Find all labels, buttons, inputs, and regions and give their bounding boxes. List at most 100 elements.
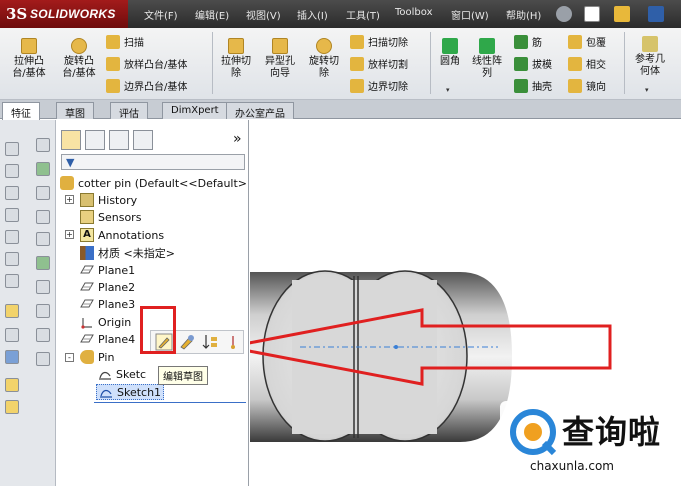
open-folder-icon[interactable] xyxy=(614,6,630,22)
loft-boss-button[interactable]: 放样凸台/基体 xyxy=(106,56,187,71)
tab-sketch[interactable]: 草图 xyxy=(56,102,94,120)
tree-item-label: Plane4 xyxy=(98,332,136,346)
menu-insert[interactable]: 插入(I) xyxy=(297,7,328,22)
view-icon[interactable] xyxy=(5,142,19,156)
view-icon[interactable] xyxy=(5,230,19,244)
linear-pattern-button[interactable]: 线性阵 列 xyxy=(468,38,506,80)
boundary-cut-button[interactable]: 边界切除 xyxy=(350,78,408,93)
pushpin-icon[interactable] xyxy=(556,6,572,22)
shell-button[interactable]: 抽壳 xyxy=(514,78,552,93)
tree-item-plane3[interactable]: Plane3 xyxy=(80,297,135,311)
fillet-button[interactable]: 圆角 xyxy=(434,38,466,68)
sweep-cut-label: 扫描切除 xyxy=(368,38,408,49)
collapse-pin-icon[interactable]: - xyxy=(65,353,74,362)
tree-item-history[interactable]: History xyxy=(80,193,137,207)
revolve-boss-button[interactable]: 旋转凸 台/基体 xyxy=(56,38,102,80)
tree-item-plane4[interactable]: Plane4 xyxy=(80,332,135,346)
configuration-manager-tab-icon[interactable] xyxy=(109,130,129,150)
sweep-cut-button[interactable]: 扫描切除 xyxy=(350,34,408,49)
fillet-dropdown[interactable]: ▾ xyxy=(446,86,450,94)
hole-wizard-label: 异型孔 向导 xyxy=(265,56,295,79)
tool-icon[interactable] xyxy=(36,186,50,200)
save-icon[interactable] xyxy=(648,6,664,22)
revolve-cut-button[interactable]: 旋转切 除 xyxy=(304,38,344,80)
normal-to-icon[interactable] xyxy=(224,333,242,351)
tool-icon[interactable] xyxy=(5,350,19,364)
view-icon[interactable] xyxy=(5,274,19,288)
expand-annotations-icon[interactable]: + xyxy=(65,230,74,239)
tree-item-plane2[interactable]: Plane2 xyxy=(80,280,135,294)
menu-window[interactable]: 窗口(W) xyxy=(451,7,489,22)
menu-view[interactable]: 视图(V) xyxy=(246,7,281,22)
rib-button[interactable]: 筋 xyxy=(514,34,542,49)
extrude-cut-button[interactable]: 拉伸切 除 xyxy=(216,38,256,80)
tree-item-plane1[interactable]: Plane1 xyxy=(80,263,135,277)
expand-history-icon[interactable]: + xyxy=(65,195,74,204)
tree-root-part[interactable]: cotter pin (Default<<Default> xyxy=(60,176,247,190)
tree-filter-bar[interactable]: ▼ xyxy=(61,154,245,170)
ref-geometry-dropdown[interactable]: ▾ xyxy=(645,86,649,94)
tool-icon[interactable] xyxy=(36,256,50,270)
view-icon[interactable] xyxy=(5,208,19,222)
tree-item-label: Origin xyxy=(98,315,132,329)
tool-icon[interactable] xyxy=(36,162,50,176)
wrap-button[interactable]: 包覆 xyxy=(568,34,606,49)
tree-item-annotations[interactable]: A Annotations xyxy=(80,228,164,242)
ref-geometry-button[interactable]: 参考几 何体 xyxy=(628,36,672,78)
tree-item-sketch[interactable]: Sketc xyxy=(98,367,146,381)
view-icon[interactable] xyxy=(5,186,19,200)
annotations-icon: A xyxy=(80,228,94,242)
ribbon-separator xyxy=(212,32,213,94)
menu-toolbox[interactable]: Toolbox xyxy=(395,7,433,18)
tab-dimxpert[interactable]: DimXpert xyxy=(162,102,228,119)
edit-feature-icon[interactable] xyxy=(178,333,196,351)
intersect-button[interactable]: 相交 xyxy=(568,56,606,71)
expand-chevron-icon[interactable]: » xyxy=(233,131,242,147)
watermark-title: 查询啦 xyxy=(562,413,662,451)
tool-icon[interactable] xyxy=(5,400,19,414)
tool-icon[interactable] xyxy=(36,352,50,366)
sweep-button[interactable]: 扫描 xyxy=(106,34,144,49)
menu-edit[interactable]: 编辑(E) xyxy=(195,7,229,22)
new-document-icon[interactable] xyxy=(584,6,600,22)
tab-office-products[interactable]: 办公室产品 xyxy=(226,102,294,120)
wrap-icon xyxy=(568,34,582,49)
menu-tools[interactable]: 工具(T) xyxy=(346,7,380,22)
tool-icon[interactable] xyxy=(36,280,50,294)
sketch-tool-icon[interactable] xyxy=(5,304,19,318)
title-bar: 3S SOLIDWORKS 文件(F) 编辑(E) 视图(V) 插入(I) 工具… xyxy=(0,0,681,28)
mirror-button[interactable]: 镜向 xyxy=(568,78,606,93)
tool-icon[interactable] xyxy=(36,232,50,246)
feature-tree-tab-icon[interactable] xyxy=(61,130,81,150)
tab-features[interactable]: 特征 xyxy=(2,102,40,120)
tool-icon[interactable] xyxy=(36,210,50,224)
intersect-label: 相交 xyxy=(586,60,606,71)
draft-button[interactable]: 拔模 xyxy=(514,56,552,71)
filter-icon[interactable]: ▼ xyxy=(66,156,74,169)
boundary-boss-button[interactable]: 边界凸台/基体 xyxy=(106,78,187,93)
tool-icon[interactable] xyxy=(5,328,19,342)
hole-wizard-button[interactable]: 异型孔 向导 xyxy=(258,38,302,80)
boundary-cut-icon xyxy=(350,78,364,93)
tab-evaluate[interactable]: 评估 xyxy=(110,102,148,120)
property-manager-tab-icon[interactable] xyxy=(85,130,105,150)
extrude-boss-button[interactable]: 拉伸凸 台/基体 xyxy=(6,38,52,80)
tool-icon[interactable] xyxy=(5,378,19,392)
sort-order-icon[interactable] xyxy=(201,333,219,351)
menu-help[interactable]: 帮助(H) xyxy=(506,7,541,22)
table-icon[interactable] xyxy=(36,138,50,152)
tool-icon[interactable] xyxy=(36,328,50,342)
sweep-icon xyxy=(106,34,120,49)
linear-pattern-icon xyxy=(479,38,495,54)
display-manager-tab-icon[interactable] xyxy=(133,130,153,150)
view-icon[interactable] xyxy=(5,164,19,178)
tree-item-sketch1-selected[interactable]: Sketch1 xyxy=(96,384,165,400)
menu-file[interactable]: 文件(F) xyxy=(144,7,178,22)
tree-item-origin[interactable]: Origin xyxy=(80,315,131,329)
loft-cut-button[interactable]: 放样切割 xyxy=(350,56,408,71)
tree-item-sensors[interactable]: Sensors xyxy=(80,210,141,224)
view-icon[interactable] xyxy=(5,252,19,266)
tree-item-pin[interactable]: Pin xyxy=(80,350,114,364)
tool-icon[interactable] xyxy=(36,304,50,318)
tree-item-material[interactable]: 材质 <未指定> xyxy=(80,245,175,261)
